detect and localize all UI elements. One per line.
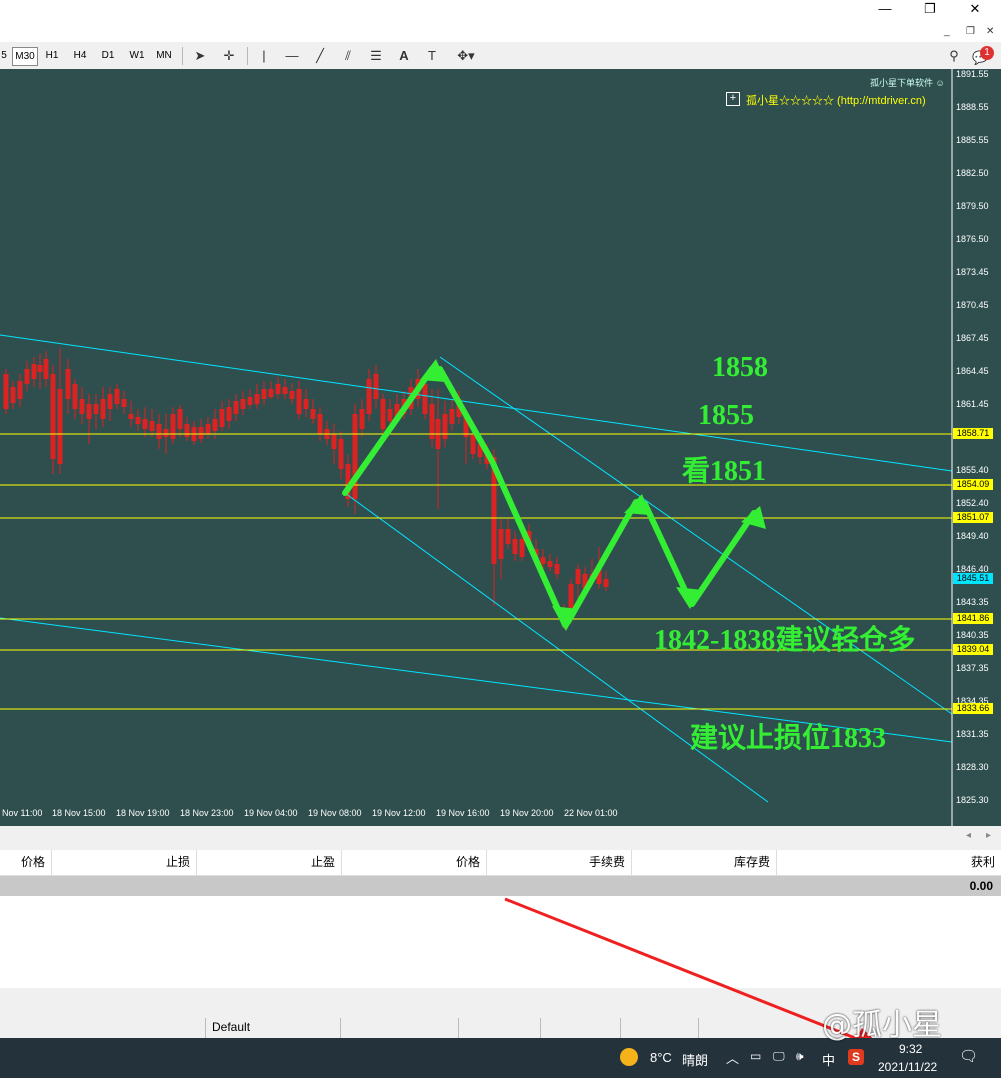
tray-chevron-icon[interactable]: ︿ — [726, 1048, 739, 1067]
weather-desc[interactable]: 晴朗 — [682, 1050, 708, 1069]
clock-time[interactable]: 9:32 — [899, 1042, 922, 1056]
watermark-at-icon: @ — [822, 1008, 852, 1043]
weather-sun-icon[interactable] — [620, 1048, 638, 1066]
volume-icon[interactable]: 🕪 — [796, 1049, 804, 1064]
battery-icon[interactable]: ▭ — [750, 1049, 761, 1063]
watermark-text: 孤小星 — [852, 1008, 942, 1043]
clock-date[interactable]: 2021/11/22 — [878, 1060, 937, 1074]
action-center-icon[interactable]: 🗨 — [959, 1047, 978, 1065]
ime-indicator[interactable]: 中 — [822, 1050, 835, 1069]
watermark: @孤小星 — [822, 1000, 942, 1044]
red-pointer-arrow — [504, 897, 885, 1050]
network-icon[interactable]: 🖵 — [773, 1049, 785, 1064]
sogou-input-icon[interactable]: S — [848, 1049, 864, 1065]
weather-temp[interactable]: 8°C — [650, 1050, 672, 1065]
